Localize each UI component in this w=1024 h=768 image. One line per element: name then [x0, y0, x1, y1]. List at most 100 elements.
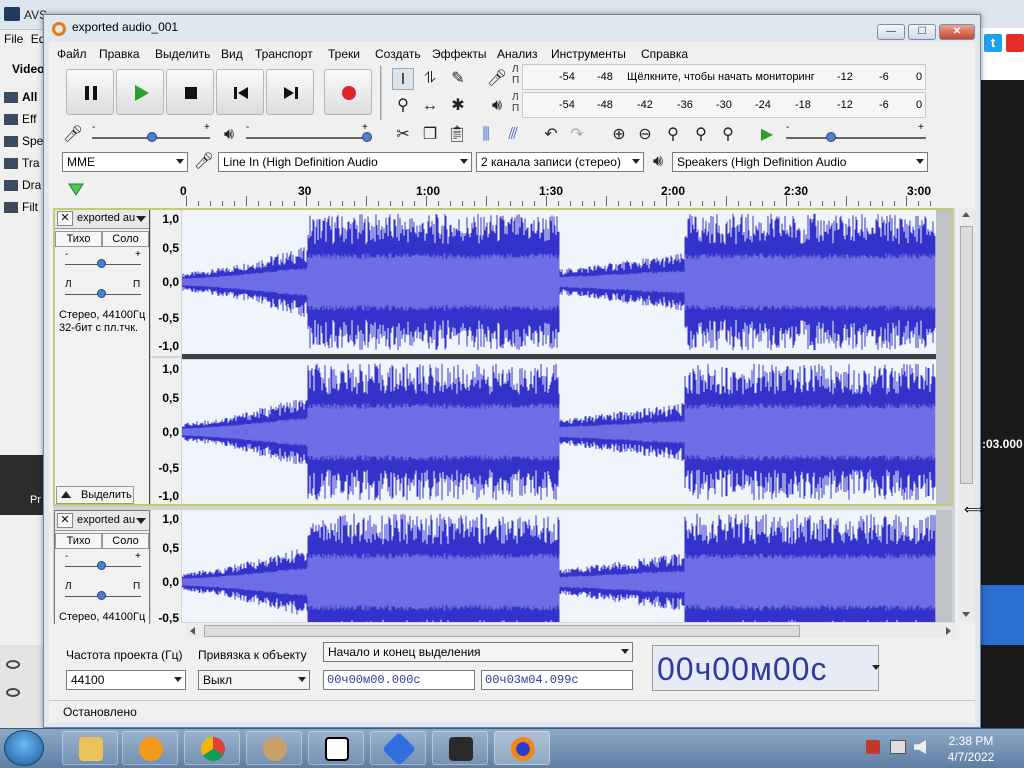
- menu-generate[interactable]: Создать: [375, 47, 421, 61]
- taskbar-clock[interactable]: 2:38 PM 4/7/2022: [935, 733, 1007, 765]
- fit-selection-icon[interactable]: ⚲: [662, 124, 684, 146]
- stop-button[interactable]: [166, 69, 214, 115]
- vertical-scroll-thumb[interactable]: [960, 226, 973, 484]
- track-name-bar[interactable]: ✕ exported au: [55, 209, 149, 229]
- track-menu-chevron-icon[interactable]: [136, 518, 146, 524]
- amplitude-scale[interactable]: 1,0 0,5 0,0 -0,5: [151, 510, 181, 625]
- skip-to-end-button[interactable]: [266, 69, 314, 115]
- snap-to-select[interactable]: Выкл: [198, 670, 310, 690]
- playback-device-select[interactable]: Speakers (High Definition Audio: [672, 152, 928, 172]
- selection-end-time[interactable]: 00ч03м04.099с: [481, 670, 633, 690]
- cut-icon[interactable]: ✂: [392, 124, 414, 146]
- scroll-down-arrow-icon[interactable]: [962, 612, 970, 617]
- silence-audio-icon[interactable]: ⫻: [502, 124, 524, 146]
- zoom-toggle-icon[interactable]: ⚲: [717, 124, 739, 146]
- taskbar-paint[interactable]: [246, 731, 302, 765]
- fit-project-icon[interactable]: ⚲: [690, 124, 712, 146]
- zoom-out-icon[interactable]: ⊖: [634, 124, 656, 146]
- mute-button[interactable]: Тихо: [55, 533, 102, 549]
- start-button[interactable]: [4, 730, 44, 766]
- envelope-tool-icon[interactable]: ⥮: [419, 68, 441, 90]
- waveform-channel-right[interactable]: [182, 360, 936, 504]
- play-speed-slider[interactable]: [786, 137, 926, 139]
- redo-icon[interactable]: ↷: [566, 124, 588, 146]
- multi-tool-icon[interactable]: ✱: [447, 95, 469, 117]
- bg-tree-item[interactable]: Tra: [4, 156, 44, 178]
- audio-host-select[interactable]: MME: [62, 152, 188, 172]
- menu-transport[interactable]: Транспорт: [255, 47, 313, 61]
- pause-button[interactable]: [66, 69, 114, 115]
- timeline-options-icon[interactable]: [66, 180, 86, 200]
- mute-button[interactable]: Тихо: [55, 231, 102, 247]
- bg-tree-item[interactable]: Dra: [4, 178, 44, 200]
- menu-view[interactable]: Вид: [221, 47, 243, 61]
- gain-knob[interactable]: [97, 561, 106, 570]
- selection-mode-select[interactable]: Начало и конец выделения: [323, 642, 633, 662]
- track-menu-chevron-icon[interactable]: [136, 216, 146, 222]
- copy-icon[interactable]: ❐: [419, 124, 441, 146]
- scroll-left-arrow-icon[interactable]: [190, 627, 195, 635]
- time-format-chevron-icon[interactable]: [872, 665, 880, 670]
- minimize-button[interactable]: —: [877, 24, 905, 40]
- menu-tracks[interactable]: Треки: [328, 47, 360, 61]
- scroll-up-arrow-icon[interactable]: [962, 212, 970, 217]
- bg-tree-item[interactable]: Filt: [4, 200, 44, 222]
- input-volume-knob[interactable]: [147, 132, 157, 142]
- pan-knob[interactable]: [97, 289, 106, 298]
- playback-meter-speaker-icon[interactable]: 🔊︎: [486, 95, 508, 117]
- project-rate-select[interactable]: 44100: [66, 670, 186, 690]
- play-speed-knob[interactable]: [826, 132, 836, 142]
- record-meter-microphone-icon[interactable]: 🎤︎: [486, 68, 508, 90]
- draw-tool-icon[interactable]: ✎: [447, 68, 469, 90]
- youtube-icon[interactable]: [1006, 34, 1024, 52]
- record-meter[interactable]: -54 -48 Щёлкните, чтобы начать мониторин…: [522, 64, 926, 90]
- collapse-track-icon[interactable]: [61, 491, 71, 498]
- close-track-icon[interactable]: ✕: [57, 513, 73, 528]
- selection-tool-icon[interactable]: I: [392, 68, 414, 90]
- pan-knob[interactable]: [97, 591, 106, 600]
- menu-select[interactable]: Выделить: [155, 47, 210, 61]
- output-volume-knob[interactable]: [362, 132, 372, 142]
- waveform-channel-left[interactable]: [182, 210, 936, 354]
- menu-analyze[interactable]: Анализ: [497, 47, 538, 61]
- vertical-scrollbar[interactable]: [959, 208, 975, 622]
- scroll-right-arrow-icon[interactable]: [946, 627, 951, 635]
- solo-button[interactable]: Соло: [102, 533, 149, 549]
- play-at-speed-icon[interactable]: ▶: [756, 124, 778, 146]
- skip-to-start-button[interactable]: [216, 69, 264, 115]
- menu-file[interactable]: Файл: [57, 47, 87, 61]
- horizontal-scrollbar[interactable]: [186, 624, 956, 638]
- gain-knob[interactable]: [97, 259, 106, 268]
- undo-icon[interactable]: ↶: [540, 124, 562, 146]
- bg-menu-file[interactable]: File: [4, 32, 23, 46]
- time-shift-tool-icon[interactable]: ↔: [419, 95, 441, 117]
- close-track-icon[interactable]: ✕: [57, 211, 73, 226]
- taskbar-7zip[interactable]: [308, 731, 364, 765]
- taskbar-app[interactable]: [370, 731, 426, 766]
- close-button[interactable]: ✕: [939, 24, 975, 40]
- trim-audio-icon[interactable]: ⫼: [475, 124, 497, 146]
- menu-tools[interactable]: Инструменты: [551, 47, 626, 61]
- play-button[interactable]: [116, 69, 164, 115]
- eye-icon[interactable]: [6, 688, 20, 697]
- network-icon[interactable]: [890, 740, 906, 754]
- paste-icon[interactable]: 📋︎: [446, 124, 468, 146]
- maximize-button[interactable]: ☐: [908, 24, 936, 40]
- output-volume-slider[interactable]: [246, 137, 368, 139]
- bg-tree-item[interactable]: Spe: [4, 134, 44, 156]
- zoom-tool-icon[interactable]: ⚲: [392, 95, 414, 117]
- waveform-track-2[interactable]: [182, 510, 936, 622]
- eye-icon[interactable]: [6, 660, 20, 669]
- menu-help[interactable]: Справка: [641, 47, 688, 61]
- record-button[interactable]: [324, 69, 372, 115]
- audio-position-display[interactable]: 00ч00м00с: [652, 645, 879, 691]
- taskbar-explorer[interactable]: [62, 731, 118, 765]
- taskbar-avs-video[interactable]: [432, 731, 488, 765]
- playback-meter[interactable]: -54 -48 -42 -36 -30 -24 -18 -12 -6 0: [522, 92, 926, 118]
- taskbar-chrome[interactable]: [184, 731, 240, 765]
- action-center-flag-icon[interactable]: [866, 740, 880, 754]
- bg-tree-item[interactable]: Eff: [4, 112, 44, 134]
- taskbar-media-player[interactable]: [122, 731, 178, 765]
- amplitude-scale[interactable]: 1,0 0,5 0,0 -0,5 -1,0: [151, 358, 181, 506]
- twitter-icon[interactable]: t: [984, 34, 1002, 52]
